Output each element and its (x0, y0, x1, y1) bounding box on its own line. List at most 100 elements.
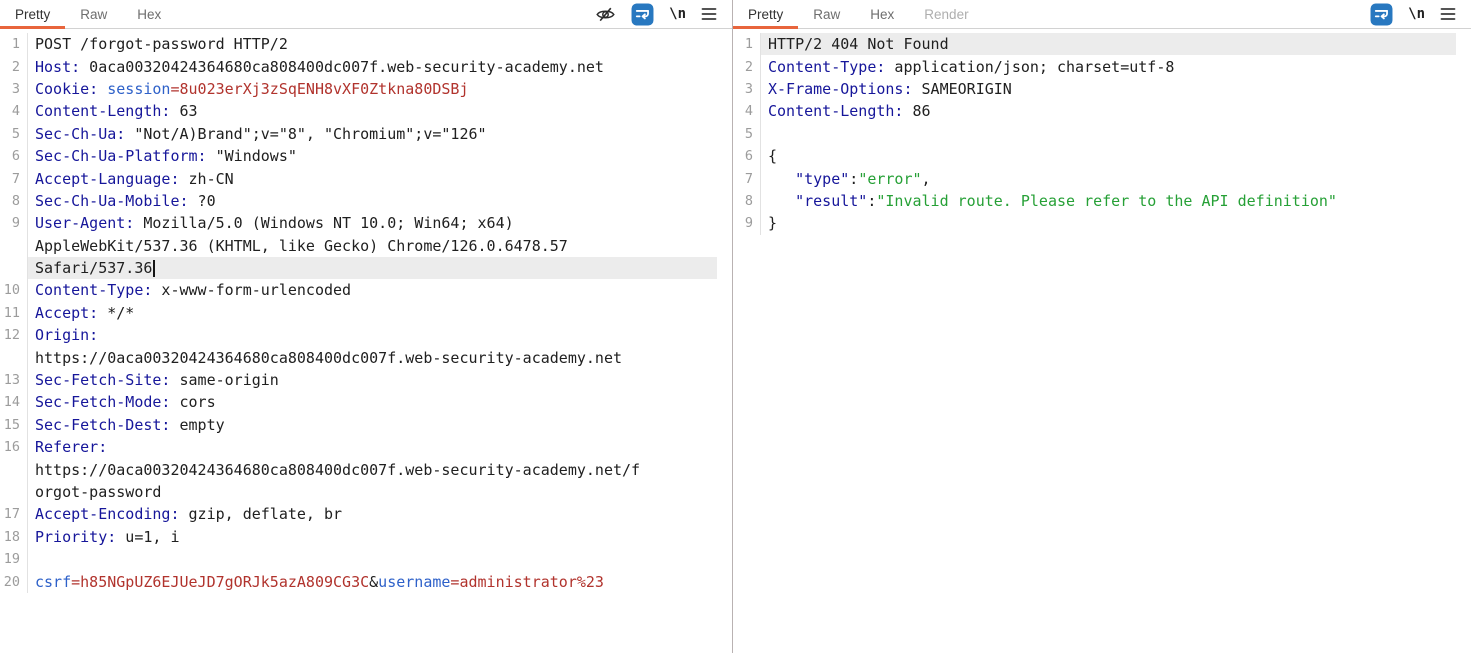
line-number: 3 (733, 78, 761, 100)
code-text[interactable]: { (761, 145, 1456, 167)
code-text[interactable]: Sec-Fetch-Dest: empty (28, 414, 717, 436)
line-number (0, 458, 28, 480)
code-text[interactable]: Sec-Fetch-Site: same-origin (28, 369, 717, 391)
line-number: 1 (733, 33, 761, 55)
code-text[interactable]: POST /forgot-password HTTP/2 (28, 33, 717, 55)
code-text[interactable]: csrf=h85NGpUZ6EJUeJD7gORJk5azA809CG3C&us… (28, 570, 717, 592)
code-line: 6Sec-Ch-Ua-Platform: "Windows" (0, 145, 732, 167)
code-text[interactable]: Content-Type: x-www-form-urlencoded (28, 279, 717, 301)
code-text[interactable]: Referer: (28, 436, 717, 458)
code-text[interactable]: Safari/537.36 (28, 257, 717, 279)
code-text[interactable]: orgot-password (28, 481, 717, 503)
message-editor-split-view: PrettyRawHex \n 1POST /forgot-password H… (0, 0, 1471, 653)
code-text[interactable]: Content-Type: application/json; charset=… (761, 55, 1456, 77)
tab-raw[interactable]: Raw (798, 0, 855, 28)
response-panel: PrettyRawHexRender \n 1HTTP/2 404 Not Fo… (733, 0, 1471, 653)
menu-icon[interactable] (1440, 7, 1456, 21)
line-number (0, 257, 28, 279)
code-text[interactable]: Sec-Fetch-Mode: cors (28, 391, 717, 413)
code-line: 9User-Agent: Mozilla/5.0 (Windows NT 10.… (0, 212, 732, 234)
request-tabbar: PrettyRawHex \n (0, 0, 732, 29)
code-text[interactable]: Content-Length: 63 (28, 100, 717, 122)
request-toolbar-icons: \n (595, 0, 732, 28)
line-number: 5 (733, 123, 761, 145)
menu-icon[interactable] (701, 7, 717, 21)
code-line: 4Content-Length: 63 (0, 100, 732, 122)
code-line: 3Cookie: session=8u023erXj3zSqENH8vXF0Zt… (0, 78, 732, 100)
code-text[interactable]: HTTP/2 404 Not Found (761, 33, 1456, 55)
response-lines: 1HTTP/2 404 Not Found2Content-Type: appl… (733, 33, 1471, 235)
line-number: 5 (0, 123, 28, 145)
tab-pretty[interactable]: Pretty (0, 0, 65, 28)
code-line: 1HTTP/2 404 Not Found (733, 33, 1471, 55)
code-line: https://0aca00320424364680ca808400dc007f… (0, 346, 732, 368)
tab-raw[interactable]: Raw (65, 0, 122, 28)
code-text[interactable]: "type":"error", (761, 167, 1456, 189)
code-text[interactable]: Sec-Ch-Ua-Mobile: ?0 (28, 190, 717, 212)
text-cursor (153, 260, 155, 277)
wrap-icon[interactable] (1370, 3, 1393, 26)
code-line: 2Host: 0aca00320424364680ca808400dc007f.… (0, 55, 732, 77)
code-text[interactable]: "result":"Invalid route. Please refer to… (761, 190, 1456, 212)
request-panel: PrettyRawHex \n 1POST /forgot-password H… (0, 0, 733, 653)
wrap-icon[interactable] (631, 3, 654, 26)
code-text[interactable]: Host: 0aca00320424364680ca808400dc007f.w… (28, 55, 717, 77)
code-line: 7 "type":"error", (733, 167, 1471, 189)
line-number: 10 (0, 279, 28, 301)
response-editor[interactable]: 1HTTP/2 404 Not Found2Content-Type: appl… (733, 29, 1471, 653)
line-number: 14 (0, 391, 28, 413)
code-line: 11Accept: */* (0, 302, 732, 324)
line-number: 8 (733, 190, 761, 212)
line-number: 18 (0, 526, 28, 548)
line-number: 7 (0, 167, 28, 189)
line-number (0, 235, 28, 257)
code-text[interactable]: Content-Length: 86 (761, 100, 1456, 122)
code-line: 5 (733, 123, 1471, 145)
tab-hex[interactable]: Hex (122, 0, 176, 28)
tab-hex[interactable]: Hex (855, 0, 909, 28)
newline-icon[interactable]: \n (669, 6, 686, 22)
code-text[interactable]: X-Frame-Options: SAMEORIGIN (761, 78, 1456, 100)
code-text[interactable]: Sec-Ch-Ua: "Not/A)Brand";v="8", "Chromiu… (28, 123, 717, 145)
line-number: 19 (0, 548, 28, 570)
code-text[interactable] (761, 123, 1456, 145)
request-editor[interactable]: 1POST /forgot-password HTTP/22Host: 0aca… (0, 29, 732, 653)
code-text[interactable]: Sec-Ch-Ua-Platform: "Windows" (28, 145, 717, 167)
code-text[interactable]: Accept-Encoding: gzip, deflate, br (28, 503, 717, 525)
code-text[interactable]: Priority: u=1, i (28, 526, 717, 548)
line-number: 6 (733, 145, 761, 167)
code-line: 15Sec-Fetch-Dest: empty (0, 414, 732, 436)
code-line: https://0aca00320424364680ca808400dc007f… (0, 458, 732, 480)
code-line: 7Accept-Language: zh-CN (0, 167, 732, 189)
code-text[interactable]: } (761, 212, 1456, 234)
code-text[interactable]: AppleWebKit/537.36 (KHTML, like Gecko) C… (28, 235, 717, 257)
code-line: Safari/537.36 (0, 257, 732, 279)
line-number: 4 (0, 100, 28, 122)
newline-icon[interactable]: \n (1408, 6, 1425, 22)
code-line: 14Sec-Fetch-Mode: cors (0, 391, 732, 413)
code-text[interactable]: Cookie: session=8u023erXj3zSqENH8vXF0Ztk… (28, 78, 717, 100)
tab-pretty[interactable]: Pretty (733, 0, 798, 28)
code-line: 18Priority: u=1, i (0, 526, 732, 548)
line-number: 1 (0, 33, 28, 55)
request-lines: 1POST /forgot-password HTTP/22Host: 0aca… (0, 33, 732, 593)
code-line: 3X-Frame-Options: SAMEORIGIN (733, 78, 1471, 100)
line-number: 15 (0, 414, 28, 436)
line-number: 8 (0, 190, 28, 212)
line-number: 6 (0, 145, 28, 167)
code-text[interactable]: https://0aca00320424364680ca808400dc007f… (28, 458, 717, 480)
eye-off-icon[interactable] (595, 4, 616, 25)
code-line: AppleWebKit/537.36 (KHTML, like Gecko) C… (0, 235, 732, 257)
line-number: 9 (0, 212, 28, 234)
code-line: 19 (0, 548, 732, 570)
code-text[interactable] (28, 548, 717, 570)
line-number: 11 (0, 302, 28, 324)
code-line: 17Accept-Encoding: gzip, deflate, br (0, 503, 732, 525)
code-text[interactable]: User-Agent: Mozilla/5.0 (Windows NT 10.0… (28, 212, 717, 234)
code-text[interactable]: Accept: */* (28, 302, 717, 324)
line-number: 9 (733, 212, 761, 234)
code-text[interactable]: Origin: (28, 324, 717, 346)
code-text[interactable]: https://0aca00320424364680ca808400dc007f… (28, 346, 717, 368)
line-number: 12 (0, 324, 28, 346)
code-text[interactable]: Accept-Language: zh-CN (28, 167, 717, 189)
